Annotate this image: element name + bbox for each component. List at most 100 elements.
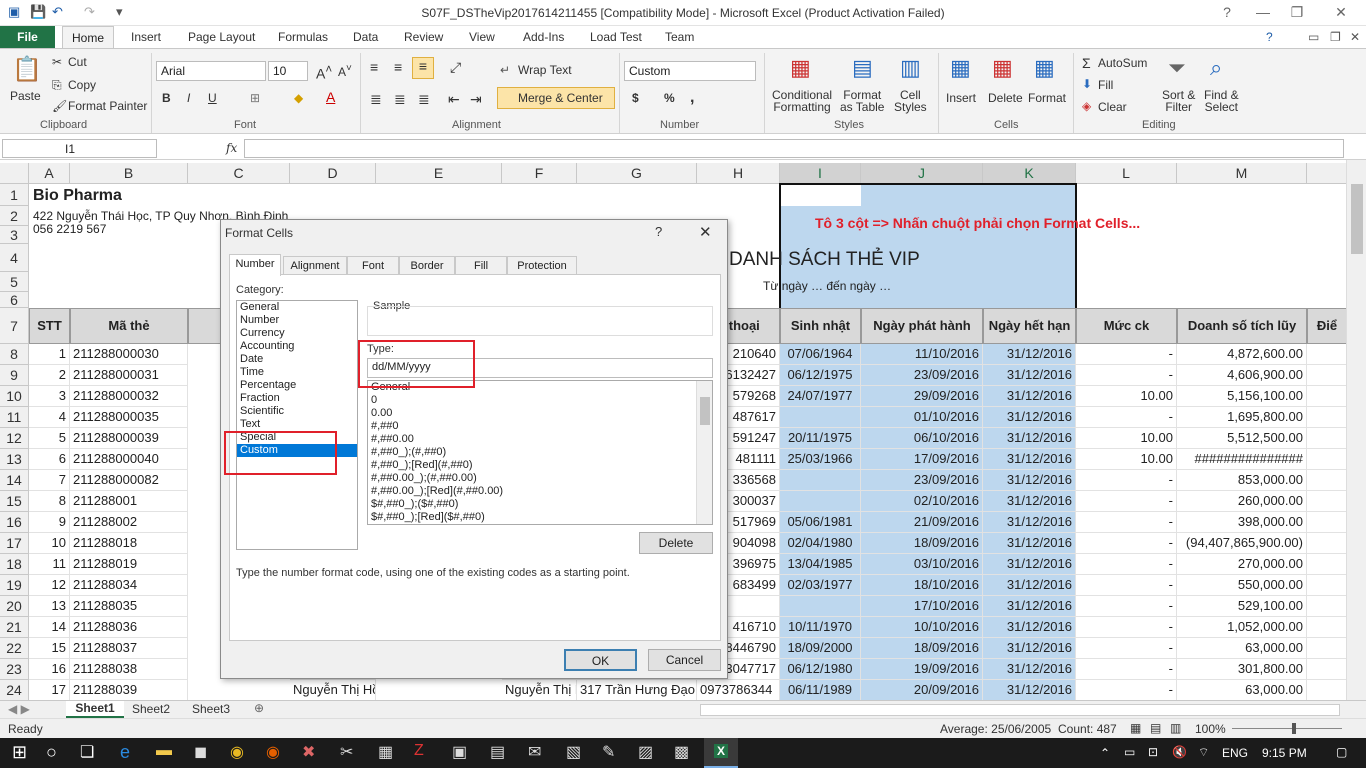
- calc-icon[interactable]: ▦: [378, 742, 393, 762]
- tab-data[interactable]: Data: [353, 30, 378, 44]
- cell-issue-date[interactable]: 20/09/2016: [861, 680, 983, 700]
- format-as-table-icon[interactable]: ▤: [852, 55, 873, 81]
- dialog-help-icon[interactable]: ?: [655, 224, 662, 239]
- table-header[interactable]: Ngày phát hành: [861, 308, 983, 344]
- clock[interactable]: 9:15 PM: [1262, 746, 1307, 760]
- category-item[interactable]: Accounting: [237, 340, 357, 353]
- cell-discount[interactable]: -: [1076, 638, 1177, 659]
- column-header[interactable]: A: [29, 163, 70, 184]
- category-item[interactable]: Currency: [237, 327, 357, 340]
- find-select-icon[interactable]: ⌕: [1210, 55, 1222, 81]
- cell-sales[interactable]: (94,407,865,900.00): [1177, 533, 1307, 554]
- cell-col-f[interactable]: Nguyễn Thị H: [502, 680, 577, 700]
- format-code-item[interactable]: #,##0: [368, 420, 712, 433]
- cell-card-id[interactable]: 211288034: [70, 575, 188, 596]
- row-header[interactable]: 19: [0, 575, 29, 596]
- cell-stt[interactable]: 9: [29, 512, 70, 533]
- cell-card-id[interactable]: 211288000039: [70, 428, 188, 449]
- copy-icon[interactable]: ⎘: [52, 78, 62, 93]
- column-header[interactable]: F: [502, 163, 577, 184]
- cell-expiry-date[interactable]: 31/12/2016: [983, 659, 1076, 680]
- cell-sales[interactable]: ###############: [1177, 449, 1307, 470]
- delete-button[interactable]: Delete: [988, 91, 1023, 105]
- notification-icon[interactable]: ▢: [1336, 745, 1347, 759]
- zoom-level[interactable]: 100%: [1195, 722, 1226, 736]
- cell-card-id[interactable]: 211288000035: [70, 407, 188, 428]
- cell-expiry-date[interactable]: 31/12/2016: [983, 365, 1076, 386]
- cell-birthday[interactable]: 05/06/1981: [780, 512, 861, 533]
- align-right-icon[interactable]: ≣: [418, 91, 430, 108]
- cell-points[interactable]: [1307, 554, 1346, 575]
- cut-icon[interactable]: ✂: [52, 55, 62, 69]
- cell-issue-date[interactable]: 06/10/2016: [861, 428, 983, 449]
- row-header[interactable]: 4: [0, 244, 29, 272]
- cell-points[interactable]: [1307, 428, 1346, 449]
- normal-view-icon[interactable]: ▦: [1130, 721, 1141, 735]
- cell-points[interactable]: [1307, 659, 1346, 680]
- font-name-box[interactable]: Arial: [156, 61, 266, 81]
- merge-center-button[interactable]: Merge & Center: [497, 87, 615, 109]
- category-item[interactable]: Scientific: [237, 405, 357, 418]
- sheet-title[interactable]: DANH SÁCH THẺ VIP: [726, 247, 1076, 273]
- paste-icon[interactable]: 📋: [12, 55, 42, 84]
- cell-points[interactable]: [1307, 470, 1346, 491]
- table-header[interactable]: Mức ck: [1076, 308, 1177, 344]
- tab-number[interactable]: Number: [229, 254, 281, 276]
- company-phone[interactable]: 056 2219 567: [30, 222, 230, 236]
- tab-insert[interactable]: Insert: [131, 30, 161, 44]
- cell-stt[interactable]: 10: [29, 533, 70, 554]
- cell-issue-date[interactable]: 03/10/2016: [861, 554, 983, 575]
- row-header[interactable]: 11: [0, 407, 29, 428]
- format-code-item[interactable]: $#,##0_);[Red]($#,##0): [368, 511, 712, 524]
- cell-points[interactable]: [1307, 386, 1346, 407]
- row-header[interactable]: 24: [0, 680, 29, 700]
- cancel-button[interactable]: Cancel: [648, 649, 721, 671]
- tab-add-ins[interactable]: Add-Ins: [523, 30, 564, 44]
- cell-expiry-date[interactable]: 31/12/2016: [983, 680, 1076, 700]
- row-header[interactable]: 6: [0, 292, 29, 308]
- conditional-formatting-button[interactable]: Conditional Formatting: [772, 89, 832, 113]
- cell-card-id[interactable]: 211288000040: [70, 449, 188, 470]
- workbook-close-icon[interactable]: ✕: [1350, 30, 1360, 44]
- wrap-text-button[interactable]: Wrap Text: [518, 63, 572, 77]
- cell-discount[interactable]: -: [1076, 596, 1177, 617]
- page-break-view-icon[interactable]: ▥: [1170, 721, 1181, 735]
- cell-stt[interactable]: 3: [29, 386, 70, 407]
- cell-stt[interactable]: 17: [29, 680, 70, 700]
- tray-icon[interactable]: ▭: [1124, 745, 1135, 759]
- paste-button[interactable]: Paste: [10, 89, 41, 103]
- cell-birthday[interactable]: 10/11/1970: [780, 617, 861, 638]
- cell-points[interactable]: [1307, 365, 1346, 386]
- formula-input[interactable]: [244, 139, 1344, 158]
- cell-birthday[interactable]: 20/11/1975: [780, 428, 861, 449]
- cell-sales[interactable]: 63,000.00: [1177, 638, 1307, 659]
- row-header[interactable]: 23: [0, 659, 29, 680]
- search-icon[interactable]: ○: [46, 742, 57, 763]
- underline-icon[interactable]: U: [208, 91, 217, 105]
- cell-issue-date[interactable]: 18/09/2016: [861, 533, 983, 554]
- row-header[interactable]: 21: [0, 617, 29, 638]
- format-as-table-button[interactable]: Format as Table: [840, 89, 884, 113]
- cell-card-id[interactable]: 211288019: [70, 554, 188, 575]
- cell-discount[interactable]: -: [1076, 407, 1177, 428]
- cell-card-id[interactable]: 211288002: [70, 512, 188, 533]
- cell-issue-date[interactable]: 11/10/2016: [861, 344, 983, 365]
- cell-sales[interactable]: 398,000.00: [1177, 512, 1307, 533]
- dialog-close-icon[interactable]: ✕: [699, 223, 712, 241]
- cell-issue-date[interactable]: 19/09/2016: [861, 659, 983, 680]
- format-code-item[interactable]: #,##0_);[Red](#,##0): [368, 459, 712, 472]
- decrease-indent-icon[interactable]: ⇤: [448, 91, 460, 108]
- sheet-tab-3[interactable]: Sheet3: [192, 702, 230, 716]
- cell-stt[interactable]: 4: [29, 407, 70, 428]
- cell-expiry-date[interactable]: 31/12/2016: [983, 638, 1076, 659]
- cell-stt[interactable]: 14: [29, 617, 70, 638]
- category-item[interactable]: Date: [237, 353, 357, 366]
- conditional-formatting-icon[interactable]: ▦: [790, 55, 811, 81]
- company-name[interactable]: Bio Pharma: [30, 185, 270, 207]
- cell-sales[interactable]: 1,695,800.00: [1177, 407, 1307, 428]
- cell-birthday[interactable]: 24/07/1977: [780, 386, 861, 407]
- cell-discount[interactable]: -: [1076, 533, 1177, 554]
- scroll-thumb[interactable]: [1351, 184, 1363, 254]
- category-list[interactable]: General Number Currency Accounting Date Time P…: [236, 300, 358, 550]
- table-header[interactable]: STT: [29, 308, 70, 344]
